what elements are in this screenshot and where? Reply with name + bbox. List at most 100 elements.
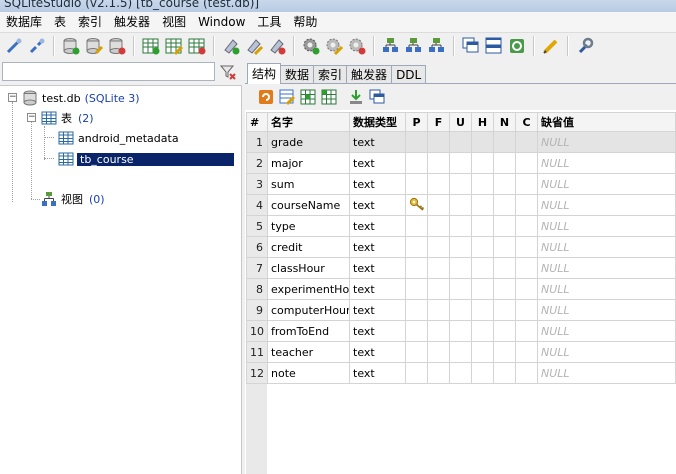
fk-cell[interactable] xyxy=(427,215,450,237)
refresh-icon[interactable] xyxy=(507,36,527,56)
default-value-cell[interactable]: NULL xyxy=(537,299,676,321)
table-row[interactable]: 4 courseName text NULL xyxy=(246,194,676,216)
unique-cell[interactable] xyxy=(449,152,472,174)
menu-index[interactable]: 索引 xyxy=(72,12,108,32)
check-cell[interactable] xyxy=(471,362,494,384)
column-name-cell[interactable]: type xyxy=(267,215,350,237)
not-null-cell[interactable] xyxy=(493,194,516,216)
col-header-h[interactable]: H xyxy=(471,112,494,132)
column-type-cell[interactable]: text xyxy=(349,152,406,174)
menu-window[interactable]: Window xyxy=(192,12,251,32)
tab-ddl[interactable]: DDL xyxy=(391,65,427,84)
menu-tools[interactable]: 工具 xyxy=(251,12,287,32)
collate-cell[interactable] xyxy=(515,299,538,321)
table-row[interactable]: 7 classHour text NULL xyxy=(246,257,676,279)
unique-cell[interactable] xyxy=(449,173,472,195)
check-cell[interactable] xyxy=(471,194,494,216)
collate-cell[interactable] xyxy=(515,257,538,279)
check-cell[interactable] xyxy=(471,215,494,237)
column-name-cell[interactable]: sum xyxy=(267,173,350,195)
menu-trigger[interactable]: 触发器 xyxy=(108,12,156,32)
collate-cell[interactable] xyxy=(515,194,538,216)
col-header-f[interactable]: F xyxy=(427,112,450,132)
column-type-cell[interactable]: text xyxy=(349,194,406,216)
edit-table-icon[interactable] xyxy=(278,88,296,106)
tree-table-item-selected[interactable]: tb_course xyxy=(58,150,234,168)
add-database-icon[interactable] xyxy=(61,36,81,56)
table-row[interactable]: 3 sum text NULL xyxy=(246,173,676,195)
col-header-type[interactable]: 数据类型 xyxy=(349,112,406,132)
fk-cell[interactable] xyxy=(427,278,450,300)
column-type-cell[interactable]: text xyxy=(349,131,406,153)
table-row[interactable]: 2 major text NULL xyxy=(246,152,676,174)
not-null-cell[interactable] xyxy=(493,236,516,258)
pk-cell[interactable] xyxy=(405,278,428,300)
column-type-cell[interactable]: text xyxy=(349,215,406,237)
drop-table-icon[interactable] xyxy=(187,36,207,56)
filter-clear-icon[interactable] xyxy=(219,64,236,80)
drop-view-icon[interactable] xyxy=(427,36,447,56)
table-row[interactable]: 10 fromToEnd text NULL xyxy=(246,320,676,342)
check-cell[interactable] xyxy=(471,341,494,363)
column-type-cell[interactable]: text xyxy=(349,173,406,195)
table-row[interactable]: 12 note text NULL xyxy=(246,362,676,384)
edit-trigger-icon[interactable] xyxy=(324,36,344,56)
filter-input[interactable] xyxy=(2,62,215,81)
col-header-name[interactable]: 名字 xyxy=(267,112,350,132)
column-name-cell[interactable]: credit xyxy=(267,236,350,258)
col-header-p[interactable]: P xyxy=(405,112,428,132)
table-row[interactable]: 9 computerHour text NULL xyxy=(246,299,676,321)
collate-cell[interactable] xyxy=(515,362,538,384)
menu-help[interactable]: 帮助 xyxy=(287,12,323,32)
default-value-cell[interactable]: NULL xyxy=(537,320,676,342)
pk-cell[interactable] xyxy=(405,320,428,342)
column-name-cell[interactable]: courseName xyxy=(267,194,350,216)
remove-database-icon[interactable] xyxy=(107,36,127,56)
collate-cell[interactable] xyxy=(515,152,538,174)
tree-table-item[interactable]: android_metadata xyxy=(58,129,179,147)
collate-cell[interactable] xyxy=(515,320,538,342)
pk-cell[interactable] xyxy=(405,341,428,363)
column-type-cell[interactable]: text xyxy=(349,278,406,300)
not-null-cell[interactable] xyxy=(493,173,516,195)
fk-cell[interactable] xyxy=(427,341,450,363)
column-name-cell[interactable]: experimentHour xyxy=(267,278,350,300)
unique-cell[interactable] xyxy=(449,320,472,342)
collate-cell[interactable] xyxy=(515,236,538,258)
not-null-cell[interactable] xyxy=(493,215,516,237)
column-type-cell[interactable]: text xyxy=(349,341,406,363)
not-null-cell[interactable] xyxy=(493,152,516,174)
settings-wrench-icon[interactable] xyxy=(575,36,595,56)
fk-cell[interactable] xyxy=(427,320,450,342)
default-value-cell[interactable]: NULL xyxy=(537,278,676,300)
fk-cell[interactable] xyxy=(427,257,450,279)
column-type-cell[interactable]: text xyxy=(349,320,406,342)
default-value-cell[interactable]: NULL xyxy=(537,362,676,384)
edit-index-icon[interactable] xyxy=(244,36,264,56)
tree-tables-node[interactable]: 表 (2) xyxy=(41,109,94,127)
pk-cell[interactable] xyxy=(405,152,428,174)
col-header-default[interactable]: 缺省值 xyxy=(537,112,676,132)
tree-database-node[interactable]: test.db (SQLite 3) xyxy=(22,89,140,107)
table-row[interactable]: 8experimentHourtext NULL xyxy=(246,278,676,300)
edit-column-icon[interactable] xyxy=(320,88,338,106)
collate-cell[interactable] xyxy=(515,131,538,153)
table-row[interactable]: 6 credit text NULL xyxy=(246,236,676,258)
check-cell[interactable] xyxy=(471,257,494,279)
unique-cell[interactable] xyxy=(449,215,472,237)
table-row[interactable]: 1 grade text NULL xyxy=(246,131,676,153)
unique-cell[interactable] xyxy=(449,257,472,279)
copy-windows-icon[interactable] xyxy=(368,88,386,106)
not-null-cell[interactable] xyxy=(493,131,516,153)
pk-cell[interactable] xyxy=(405,131,428,153)
edit-table-icon[interactable] xyxy=(164,36,184,56)
disconnect-icon[interactable] xyxy=(27,36,47,56)
tree-views-node[interactable]: 视图 (0) xyxy=(41,190,105,208)
tab-data[interactable]: 数据 xyxy=(280,65,315,84)
fk-cell[interactable] xyxy=(427,299,450,321)
column-name-cell[interactable]: note xyxy=(267,362,350,384)
fk-cell[interactable] xyxy=(427,173,450,195)
table-row[interactable]: 11 teacher text NULL xyxy=(246,341,676,363)
not-null-cell[interactable] xyxy=(493,278,516,300)
column-type-cell[interactable]: text xyxy=(349,236,406,258)
